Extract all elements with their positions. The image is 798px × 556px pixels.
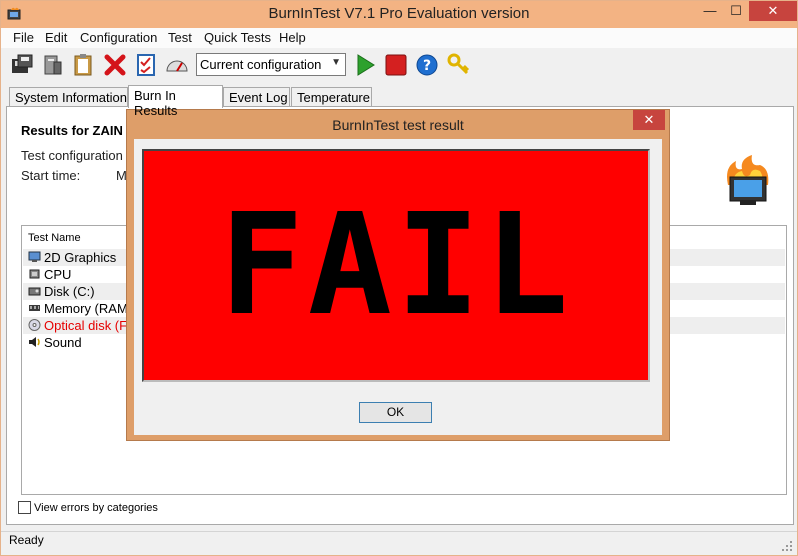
play-icon[interactable]: [353, 53, 377, 77]
disk-icon: [28, 287, 41, 296]
test-name: Disk (C:): [44, 284, 95, 299]
menu-bar: File Edit Configuration Test Quick Tests…: [1, 28, 797, 48]
key-icon[interactable]: [447, 53, 471, 77]
test-name: 2D Graphics: [44, 250, 117, 265]
menu-help[interactable]: Help: [279, 30, 306, 45]
result-text: FAIL: [219, 184, 573, 347]
toolbar: Current configuration ▼ ?: [1, 48, 797, 84]
test-name: Sound: [44, 335, 82, 350]
save-icon[interactable]: [10, 53, 34, 77]
result-banner: FAIL: [142, 149, 650, 382]
test-name: Optical disk (F:): [44, 318, 136, 333]
svg-text:?: ?: [423, 58, 431, 74]
speaker-icon: [29, 337, 40, 347]
close-button[interactable]: ✕: [749, 1, 797, 21]
ok-button[interactable]: OK: [359, 402, 432, 423]
resize-grip-icon[interactable]: [781, 540, 793, 552]
memory-icon: [29, 305, 40, 311]
burnintest-logo-icon: [727, 155, 769, 205]
checklist-icon[interactable]: [134, 53, 158, 77]
dialog-body: FAIL OK: [134, 139, 662, 435]
printer-icon[interactable]: [41, 53, 65, 77]
status-bar: Ready: [1, 531, 797, 555]
maximize-button[interactable]: ☐: [723, 1, 749, 21]
monitor-icon: [28, 251, 41, 262]
cpu-icon: [29, 269, 40, 279]
menu-quick-tests[interactable]: Quick Tests: [204, 30, 271, 45]
menu-test[interactable]: Test: [168, 30, 192, 45]
gauge-icon[interactable]: [165, 53, 189, 77]
tab-burn-in-results[interactable]: Burn In Results: [128, 85, 223, 118]
tab-event-log[interactable]: Event Log: [223, 87, 290, 107]
results-title: Results for ZAIN: [21, 123, 123, 138]
window-title: BurnInTest V7.1 Pro Evaluation version: [268, 5, 530, 22]
title-bar[interactable]: BurnInTest V7.1 Pro Evaluation version —…: [1, 1, 797, 28]
test-config-label: Test configuration: [21, 148, 123, 163]
view-errors-checkbox[interactable]: [18, 501, 31, 514]
tab-system-information[interactable]: System Information: [9, 87, 128, 107]
dialog-close-button[interactable]: ✕: [633, 110, 665, 130]
minimize-button[interactable]: —: [697, 1, 723, 21]
configuration-select-value: Current configuration: [200, 57, 322, 72]
test-name: Memory (RAM): [44, 301, 133, 316]
chevron-down-icon: ▼: [331, 57, 341, 68]
column-header-test-name[interactable]: Test Name: [28, 232, 81, 244]
dialog-title: BurnInTest test result: [332, 117, 464, 133]
test-name: CPU: [44, 267, 72, 282]
menu-edit[interactable]: Edit: [45, 30, 67, 45]
help-icon[interactable]: ?: [415, 53, 439, 77]
configuration-select[interactable]: Current configuration ▼: [196, 53, 346, 76]
menu-file[interactable]: File: [13, 30, 34, 45]
tab-strip: System Information Burn In Results Event…: [1, 85, 797, 118]
test-result-dialog: BurnInTest test result ✕ FAIL OK: [126, 109, 670, 441]
stop-x-icon[interactable]: [103, 53, 127, 77]
view-errors-checkbox-label[interactable]: View errors by categories: [34, 502, 158, 514]
stop-icon[interactable]: [384, 53, 408, 77]
menu-configuration[interactable]: Configuration: [80, 30, 157, 45]
tab-temperature[interactable]: Temperature: [291, 87, 372, 107]
optical-disk-icon: [28, 319, 41, 331]
clipboard-icon[interactable]: [71, 53, 95, 77]
status-text: Ready: [9, 533, 44, 547]
start-time-label: Start time:: [21, 168, 81, 183]
